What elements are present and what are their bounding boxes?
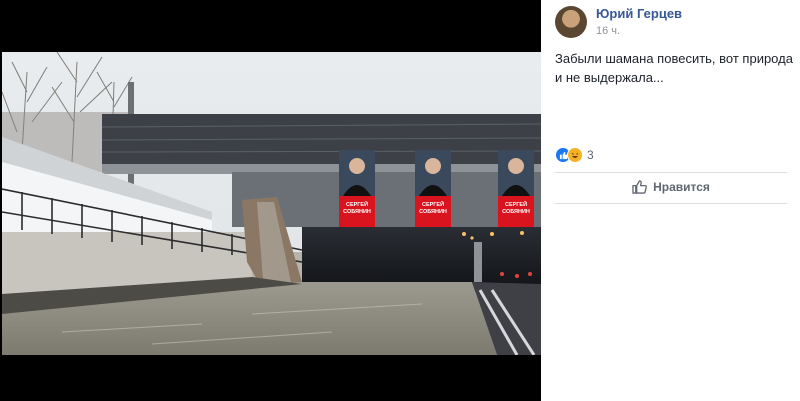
post-text: Забыли шамана повесить, вот природа и не… (555, 51, 793, 85)
billboard-text: СОБЯНИН (343, 209, 371, 215)
media-viewer: СЕРГЕЙ СОБЯНИН СЕРГЕЙ СОБЯНИН СЕРГЕЙ СОБ… (0, 0, 541, 401)
post-sidebar: Юрий Герцев 16 ч. Забыли шамана повесить… (541, 0, 800, 401)
laughing-face-icon (567, 147, 583, 163)
post-timestamp[interactable]: 16 ч. (596, 25, 620, 37)
avatar[interactable] (555, 6, 587, 38)
author-name[interactable]: Юрий Герцев (596, 6, 682, 21)
thumbs-up-outline-icon (632, 180, 647, 194)
billboard-text: СЕРГЕЙ (346, 200, 368, 208)
billboard (498, 150, 534, 227)
billboard (339, 150, 375, 227)
billboard-text: СЕРГЕЙ (505, 200, 527, 208)
divider (555, 172, 787, 173)
post-photo: СЕРГЕЙ СОБЯНИН СЕРГЕЙ СОБЯНИН СЕРГЕЙ СОБ… (2, 52, 541, 355)
divider (555, 203, 787, 204)
reactions-summary[interactable]: 3 (555, 146, 594, 164)
billboard-text: СОБЯНИН (502, 209, 530, 215)
like-button-label: Нравится (653, 180, 710, 194)
billboard-text: СОБЯНИН (419, 209, 447, 215)
like-button[interactable]: Нравится (555, 176, 787, 198)
reaction-count: 3 (587, 148, 594, 162)
billboard-text: СЕРГЕЙ (422, 200, 444, 208)
billboard (415, 150, 451, 227)
